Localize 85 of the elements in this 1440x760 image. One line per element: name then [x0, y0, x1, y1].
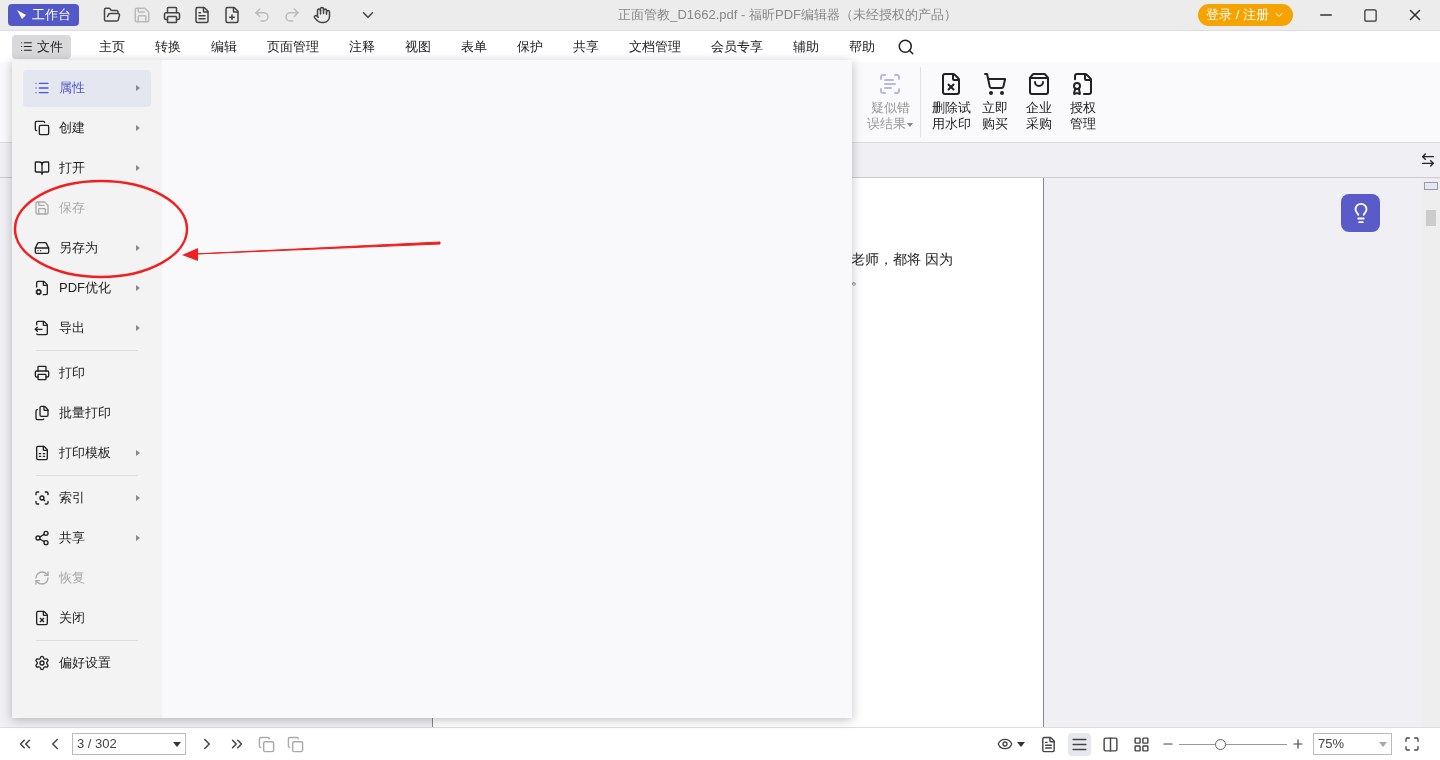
menu-tab[interactable]: 表单: [449, 34, 499, 59]
document-remove-icon: [939, 72, 963, 96]
swap-icon[interactable]: [1420, 152, 1436, 168]
page-text: 。: [851, 271, 866, 289]
window-title: 正面管教_D1662.pdf - 福昕PDF编辑器（未经授权的产品）: [618, 6, 957, 25]
page-text: 老师，都将 因为: [851, 251, 954, 269]
printer-icon: [34, 365, 50, 381]
zoom-slider[interactable]: [1179, 738, 1287, 750]
floppy-icon: [34, 200, 50, 216]
share-icon: [34, 530, 50, 546]
menu-item[interactable]: 共享: [23, 519, 151, 557]
submenu-arrow-icon: [136, 165, 140, 171]
submenu-arrow-icon: [136, 85, 140, 91]
page-number-field[interactable]: 3 / 302: [72, 733, 186, 755]
cart-icon: [983, 72, 1007, 96]
caret-icon: [907, 122, 913, 127]
menu-tab[interactable]: 编辑: [199, 34, 249, 59]
ribbon-button[interactable]: 授权 管理: [1061, 72, 1105, 132]
submenu-arrow-icon: [136, 125, 140, 131]
menu-item[interactable]: 导出: [23, 309, 151, 347]
submenu-arrow-icon: [136, 495, 140, 501]
menu-tab[interactable]: 帮助: [837, 34, 887, 59]
ribbon-button[interactable]: 企业 采购: [1017, 72, 1061, 132]
menu-tab[interactable]: 注释: [337, 34, 387, 59]
caret-icon[interactable]: [1017, 741, 1025, 747]
submenu-arrow-icon: [136, 285, 140, 291]
printer-icon[interactable]: [163, 6, 181, 24]
menu-item[interactable]: 属性: [23, 69, 151, 107]
submenu-arrow-icon: [136, 325, 140, 331]
document-close-icon: [34, 610, 50, 626]
continuous-page-icon[interactable]: [1068, 732, 1091, 756]
documents-icon: [34, 405, 50, 421]
menu-tab[interactable]: 主页: [87, 34, 137, 59]
menu-item[interactable]: PDF优化: [23, 269, 151, 307]
document-badge-icon: [1071, 72, 1095, 96]
template-icon: [34, 445, 50, 461]
ribbon-button[interactable]: 立即 购买: [973, 72, 1017, 132]
menu-item[interactable]: 批量打印: [23, 394, 151, 432]
ocr-icon: [878, 72, 902, 96]
menu-item[interactable]: 索引: [23, 479, 151, 517]
folder-icon[interactable]: [103, 6, 121, 24]
submenu-arrow-icon: [136, 535, 140, 541]
list-icon: [34, 80, 50, 96]
slider-thumb[interactable]: [1215, 738, 1227, 750]
document-icon[interactable]: [193, 6, 211, 24]
document-copy-icon: [34, 120, 50, 136]
maximize-icon[interactable]: [1363, 7, 1378, 23]
settings-icon: [34, 655, 50, 671]
menu-tab[interactable]: 页面管理: [255, 34, 331, 59]
ribbon-button[interactable]: 删除试 用水印: [929, 72, 973, 132]
menu-item[interactable]: 关闭: [23, 599, 151, 637]
submenu-arrow-icon: [136, 450, 140, 456]
menu-tab[interactable]: 视图: [393, 34, 443, 59]
menu-tab[interactable]: 文档管理: [617, 34, 693, 59]
zoom-in-icon[interactable]: [1291, 737, 1305, 751]
menu-tab[interactable]: 保护: [505, 34, 555, 59]
workbench-button[interactable]: 工作台: [8, 4, 79, 26]
book-icon: [34, 160, 50, 176]
scrollbar[interactable]: [1422, 178, 1440, 727]
export-icon: [34, 320, 50, 336]
scan-icon: [34, 490, 50, 506]
fullscreen-icon[interactable]: [1404, 736, 1420, 752]
menu-item[interactable]: 打印模板: [23, 434, 151, 472]
submenu-arrow-icon: [136, 245, 140, 251]
menu-icon: [20, 40, 33, 53]
menu-item[interactable]: 偏好设置: [23, 644, 151, 682]
eye-icon[interactable]: [997, 736, 1013, 752]
menu-tab[interactable]: 共享: [561, 34, 611, 59]
pen-icon: [16, 9, 28, 21]
search-icon[interactable]: [897, 37, 915, 56]
zoom-field[interactable]: 75%: [1313, 733, 1392, 755]
menu-item[interactable]: 创建: [23, 109, 151, 147]
menu-item[interactable]: 另存为: [23, 229, 151, 267]
menu-tab[interactable]: 会员专享: [699, 34, 775, 59]
menu-tab[interactable]: 辅助: [781, 34, 831, 59]
hand-icon[interactable]: [313, 6, 331, 24]
bag-icon: [1027, 72, 1051, 96]
menu-item[interactable]: 打开: [23, 149, 151, 187]
lightbulb-icon[interactable]: [1341, 194, 1380, 232]
menu-tab[interactable]: 转换: [143, 34, 193, 59]
menu-tab[interactable]: 文件: [12, 34, 71, 59]
new-document-icon[interactable]: [223, 6, 241, 24]
menu-item[interactable]: 打印: [23, 354, 151, 392]
refresh-icon: [34, 570, 50, 586]
document-gear-icon: [34, 280, 50, 296]
